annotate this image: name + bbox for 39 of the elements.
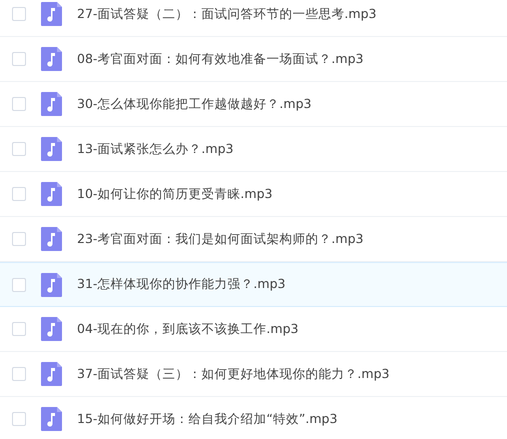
audio-file-icon (41, 227, 62, 251)
file-name: 10-如何让你的简历更受青睐.mp3 (77, 184, 272, 203)
checkbox[interactable] (12, 52, 26, 66)
file-row[interactable]: 37-面试答疑（三）：如何更好地体现你的能力？.mp3 (0, 352, 507, 397)
checkbox[interactable] (12, 142, 26, 156)
file-name: 27-面试答疑（二）：面试问答环节的一些思考.mp3 (77, 4, 376, 23)
checkbox[interactable] (12, 412, 26, 426)
checkbox[interactable] (12, 187, 26, 201)
file-name: 30-怎么体现你能把工作越做越好？.mp3 (77, 94, 312, 113)
audio-file-icon (41, 317, 62, 341)
file-name: 31-怎样体现你的协作能力强？.mp3 (77, 275, 286, 294)
file-row[interactable]: 04-现在的你，到底该不该换工作.mp3 (0, 307, 507, 352)
checkbox[interactable] (12, 7, 26, 21)
file-name: 15-如何做好开场：给自我介绍加“特效”.mp3 (77, 410, 338, 428)
file-row[interactable]: 31-怎样体现你的协作能力强？.mp3 (0, 262, 507, 307)
audio-file-icon (41, 362, 62, 386)
file-name: 13-面试紧张怎么办？.mp3 (77, 140, 234, 158)
audio-file-icon (41, 92, 62, 116)
file-name: 04-现在的你，到底该不该换工作.mp3 (77, 320, 298, 338)
file-name: 37-面试答疑（三）：如何更好地体现你的能力？.mp3 (77, 364, 390, 383)
audio-file-icon (41, 407, 62, 431)
audio-file-icon (41, 137, 62, 161)
file-row[interactable]: 08-考官面对面：如何有效地准备一场面试？.mp3 (0, 37, 507, 82)
file-name: 23-考官面对面：我们是如何面试架构师的？.mp3 (77, 230, 364, 248)
audio-file-icon (41, 272, 62, 296)
checkbox[interactable] (12, 232, 26, 246)
file-row[interactable]: 10-如何让你的简历更受青睐.mp3 (0, 172, 507, 217)
file-row[interactable]: 30-怎么体现你能把工作越做越好？.mp3 (0, 82, 507, 127)
audio-file-icon (41, 2, 62, 26)
checkbox[interactable] (12, 367, 26, 381)
file-row[interactable]: 27-面试答疑（二）：面试问答环节的一些思考.mp3 (0, 0, 507, 37)
audio-file-icon (41, 182, 62, 206)
file-row[interactable]: 15-如何做好开场：给自我介绍加“特效”.mp3 (0, 397, 507, 439)
checkbox[interactable] (12, 278, 26, 292)
file-row[interactable]: 13-面试紧张怎么办？.mp3 (0, 127, 507, 172)
checkbox[interactable] (12, 97, 26, 111)
file-name: 08-考官面对面：如何有效地准备一场面试？.mp3 (77, 50, 364, 68)
audio-file-icon (41, 47, 62, 71)
checkbox[interactable] (12, 322, 26, 336)
